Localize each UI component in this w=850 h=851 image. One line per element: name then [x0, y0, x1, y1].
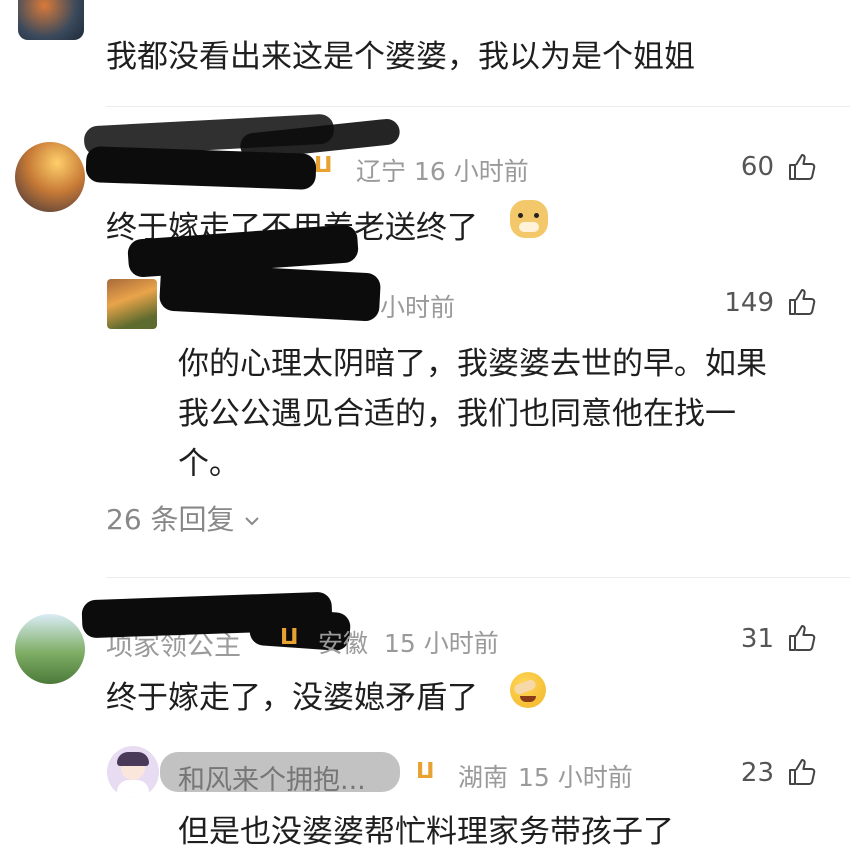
comment-time: 15 小时前 [384, 629, 499, 658]
like-count: 149 [724, 288, 774, 318]
reply-text-line: 你的心理太阴暗了，我婆婆去世的早。如果 [178, 346, 767, 382]
like-count: 31 [740, 624, 774, 654]
avatar[interactable] [15, 142, 85, 212]
avatar[interactable] [107, 279, 157, 329]
reply-text: 但是也没婆婆帮忙料理家务带孩子了 [178, 814, 674, 850]
more-replies-label: 26 条回复 [106, 503, 235, 536]
comment-time: 16 小时前 [414, 157, 529, 186]
vip-badge-icon: ⵡ [280, 625, 299, 650]
comment-text: 我都没看出来这是个婆婆，我以为是个姐姐 [106, 39, 695, 75]
chevron-down-icon [245, 517, 260, 526]
doge-emoji [510, 200, 548, 238]
reply-location: 湖南 [458, 763, 509, 792]
thumbs-up-icon[interactable] [787, 152, 817, 182]
avatar[interactable] [18, 0, 84, 40]
reply-time: 小时前 [380, 293, 456, 322]
facepalm-laugh-emoji [510, 672, 546, 708]
like-count: 23 [740, 758, 774, 788]
comment-location: 辽宁 [356, 157, 407, 186]
avatar[interactable] [15, 614, 85, 684]
thumbs-up-icon[interactable] [787, 623, 817, 653]
comment-text: 终于嫁走了，没婆媳矛盾了 [106, 680, 478, 716]
redaction-mark [160, 752, 400, 792]
like-count: 60 [740, 152, 774, 182]
thumbs-up-icon[interactable] [787, 287, 817, 317]
comment-location: 安徽 [318, 629, 369, 658]
more-replies-link[interactable]: 26 条回复 [106, 498, 261, 538]
thumbs-up-icon[interactable] [787, 757, 817, 787]
reply-text-line: 个。 [178, 446, 240, 482]
divider [106, 106, 850, 107]
avatar[interactable] [107, 746, 159, 798]
vip-badge-icon: ⵡ [416, 759, 435, 784]
redaction-mark [158, 262, 382, 322]
divider [106, 577, 850, 578]
reply-time: 15 小时前 [518, 763, 633, 792]
reply-text-line: 我公公遇见合适的，我们也同意他在找一 [178, 396, 736, 432]
vip-badge-icon: ⵡ [314, 153, 333, 178]
